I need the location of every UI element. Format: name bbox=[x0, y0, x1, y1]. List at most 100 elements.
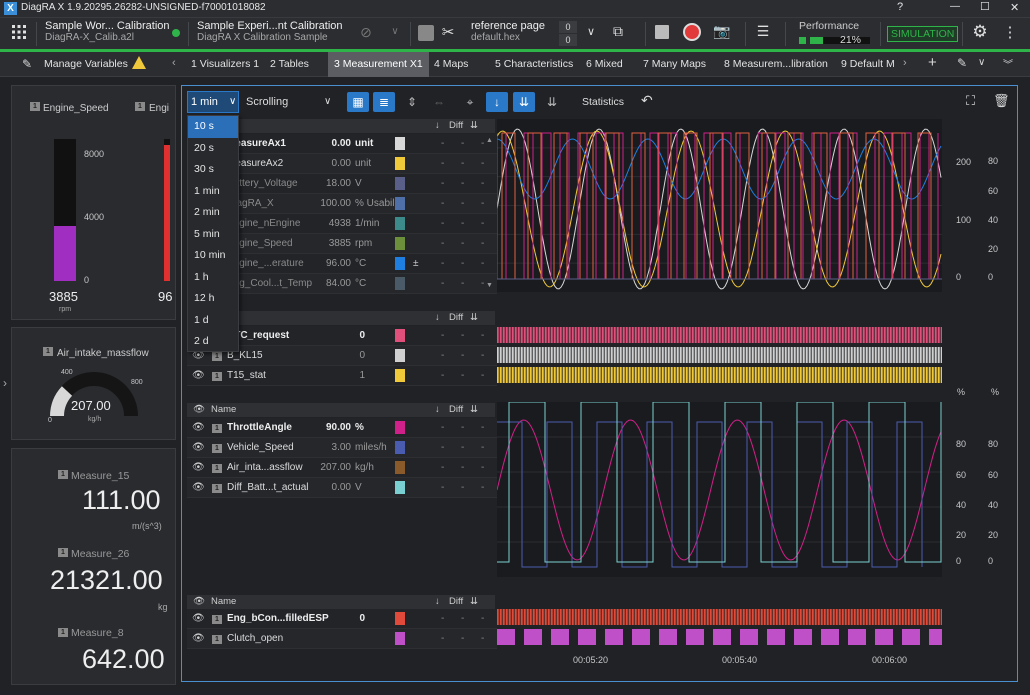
signal-row[interactable]: 👁 1 Diff_Batt...t_actual 0.00 V - - - bbox=[187, 478, 497, 498]
signal-color-swatch[interactable] bbox=[395, 237, 405, 250]
tab-characteristics[interactable]: 5 Characteristics bbox=[495, 52, 573, 77]
mode-select[interactable]: Scrolling ∨ bbox=[246, 92, 338, 112]
experiment-selector[interactable]: Sample Experi...nt Calibration DiagRA X … bbox=[197, 20, 347, 48]
tab-default-m[interactable]: 9 Default M bbox=[841, 52, 895, 77]
signal-color-swatch[interactable] bbox=[395, 349, 405, 362]
maximize-button[interactable]: ☐ bbox=[980, 0, 990, 13]
signal-color-swatch[interactable] bbox=[395, 157, 405, 170]
signal-row[interactable]: 👁 1 Clutch_open - - - bbox=[187, 629, 497, 649]
tab-measurement-x1[interactable]: 3 Measurement X1 bbox=[328, 52, 429, 77]
signal-color-swatch[interactable] bbox=[395, 369, 405, 382]
signal-row[interactable]: 👁 1 ThrottleAngle 90.00% - - - bbox=[187, 418, 497, 438]
signal-color-swatch[interactable] bbox=[395, 217, 405, 230]
undo-icon[interactable]: ↶ bbox=[641, 92, 653, 109]
eye-icon[interactable]: 👁 bbox=[192, 458, 205, 478]
signal-color-swatch[interactable] bbox=[395, 632, 405, 645]
statistics-button[interactable]: Statistics bbox=[582, 96, 624, 108]
group1-scroll-up-icon[interactable]: ▲ bbox=[486, 137, 493, 144]
tabs-scroll-right-icon[interactable]: › bbox=[903, 57, 907, 69]
dual-cursor-icon[interactable]: ⇊ bbox=[513, 92, 535, 112]
tab-mixed[interactable]: 6 Mixed bbox=[586, 52, 623, 77]
eye-icon[interactable]: 👁 bbox=[193, 403, 205, 417]
eye-icon[interactable]: 👁 bbox=[193, 595, 205, 609]
eye-icon[interactable]: 👁 bbox=[192, 478, 205, 498]
signal-color-swatch[interactable] bbox=[395, 481, 405, 494]
chart-layout-icon[interactable]: ▦ bbox=[347, 92, 369, 112]
tab-measurement-calibration[interactable]: 8 Measurem...libration bbox=[724, 52, 828, 77]
stop-square-icon[interactable] bbox=[418, 25, 434, 41]
eye-icon[interactable]: 👁 bbox=[192, 438, 205, 458]
record-list-icon[interactable]: ☰ bbox=[752, 23, 774, 43]
more-vertical-icon[interactable]: ⋮ bbox=[1002, 23, 1018, 43]
group1-scroll-down-icon[interactable]: ▼ bbox=[486, 282, 493, 289]
timespan-option[interactable]: 12 h bbox=[188, 288, 238, 310]
add-tab-icon[interactable]: + bbox=[928, 54, 937, 71]
sidebar-expand-icon[interactable]: › bbox=[3, 376, 7, 390]
manage-variables-button[interactable]: Manage Variables bbox=[44, 52, 128, 77]
timespan-option[interactable]: 10 s bbox=[188, 116, 238, 138]
trash-icon[interactable]: 🗑 bbox=[993, 93, 1010, 109]
timespan-option[interactable]: 1 d bbox=[188, 310, 238, 332]
signal-row[interactable]: 👁 1 Vehicle_Speed 3.00 miles/h - - - bbox=[187, 438, 497, 458]
timespan-option[interactable]: 5 min bbox=[188, 224, 238, 246]
chevron-down-icon[interactable]: ∨ bbox=[978, 57, 985, 68]
timespan-option[interactable]: 10 min bbox=[188, 245, 238, 267]
signal-color-swatch[interactable] bbox=[395, 329, 405, 342]
signal-color-swatch[interactable] bbox=[395, 421, 405, 434]
timespan-option[interactable]: 30 s bbox=[188, 159, 238, 181]
gear-icon[interactable]: ⚙ bbox=[970, 22, 990, 44]
close-button[interactable]: ✕ bbox=[1010, 1, 1019, 14]
timespan-option[interactable]: 1 h bbox=[188, 267, 238, 289]
eye-icon[interactable]: 👁 bbox=[192, 609, 205, 629]
signal-color-swatch[interactable] bbox=[395, 177, 405, 190]
tabs-scroll-left-icon[interactable]: ‹ bbox=[172, 57, 176, 69]
tab-tables[interactable]: 2 Tables bbox=[270, 52, 309, 77]
timespan-option[interactable]: 20 s bbox=[188, 138, 238, 160]
cursor-icon[interactable]: ⌖ bbox=[459, 92, 481, 112]
record-button[interactable] bbox=[683, 23, 701, 41]
timespan-option[interactable]: 2 min bbox=[188, 202, 238, 224]
signal-color-swatch[interactable] bbox=[395, 197, 405, 210]
collapse-icon[interactable]: ︾ bbox=[1003, 56, 1013, 71]
eye-icon[interactable]: 👁 bbox=[192, 418, 205, 438]
minimize-button[interactable]: — bbox=[950, 1, 960, 12]
signal-row[interactable]: 👁 1 T15_stat 1 - - - bbox=[187, 366, 497, 386]
timespan-select[interactable]: 1 min ∨ bbox=[187, 91, 239, 113]
simulation-badge[interactable]: SIMULATION bbox=[887, 26, 959, 42]
edit-layout-icon[interactable]: ✎ bbox=[957, 56, 967, 70]
signal-color-swatch[interactable] bbox=[395, 461, 405, 474]
help-button[interactable]: ? bbox=[897, 1, 903, 13]
signal-row[interactable]: 👁 1 Eng_bCon...filledESP 0 - - - bbox=[187, 609, 497, 629]
list-layout-icon[interactable]: ≣ bbox=[373, 92, 395, 112]
fit-vertical-icon[interactable]: ⇕ bbox=[401, 92, 423, 112]
signal-color-swatch[interactable] bbox=[395, 441, 405, 454]
signal-color-swatch[interactable] bbox=[395, 137, 405, 150]
signal-row[interactable]: 👁 1 Air_inta...assflow 207.00 kg/h - - - bbox=[187, 458, 497, 478]
diff-cursor-icon[interactable]: ⇊ bbox=[541, 92, 563, 112]
fullscreen-icon[interactable]: ⛶ bbox=[966, 93, 975, 109]
reference-page-selector[interactable]: reference page default.hex bbox=[471, 20, 556, 48]
performance-label: Performance bbox=[799, 20, 860, 32]
fit-horizontal-icon[interactable]: ⇔ bbox=[428, 92, 450, 112]
signal-color-swatch[interactable] bbox=[395, 612, 405, 625]
eye-icon[interactable]: 👁 bbox=[192, 629, 205, 649]
single-cursor-icon[interactable]: ↓ bbox=[486, 92, 508, 112]
apps-grid-icon[interactable] bbox=[10, 24, 28, 42]
chevron-down-icon[interactable]: ∨ bbox=[388, 26, 402, 40]
timespan-option[interactable]: 2 d bbox=[188, 331, 238, 353]
tools-icon[interactable]: ✂ bbox=[438, 23, 458, 43]
eye-icon[interactable]: 👁 bbox=[192, 366, 205, 386]
project-selector[interactable]: Sample Wor... Calibration DiagRA-X_Calib… bbox=[45, 20, 175, 48]
signal-color-swatch[interactable] bbox=[395, 257, 405, 270]
stat-dash: - bbox=[441, 138, 445, 149]
tab-maps[interactable]: 4 Maps bbox=[434, 52, 468, 77]
camera-icon[interactable]: 📷 bbox=[712, 23, 732, 43]
tab-many-maps[interactable]: 7 Many Maps bbox=[643, 52, 706, 77]
stop-button[interactable] bbox=[655, 25, 669, 39]
tab-visualizers[interactable]: 1 Visualizers 1 bbox=[191, 52, 259, 77]
timespan-option[interactable]: 1 min bbox=[188, 181, 238, 203]
disconnect-icon[interactable]: ⊘ bbox=[356, 24, 376, 44]
signal-color-swatch[interactable] bbox=[395, 277, 405, 290]
chevron-down-icon[interactable]: ∨ bbox=[584, 25, 598, 39]
copy-page-icon[interactable]: ⧉ bbox=[608, 23, 628, 43]
